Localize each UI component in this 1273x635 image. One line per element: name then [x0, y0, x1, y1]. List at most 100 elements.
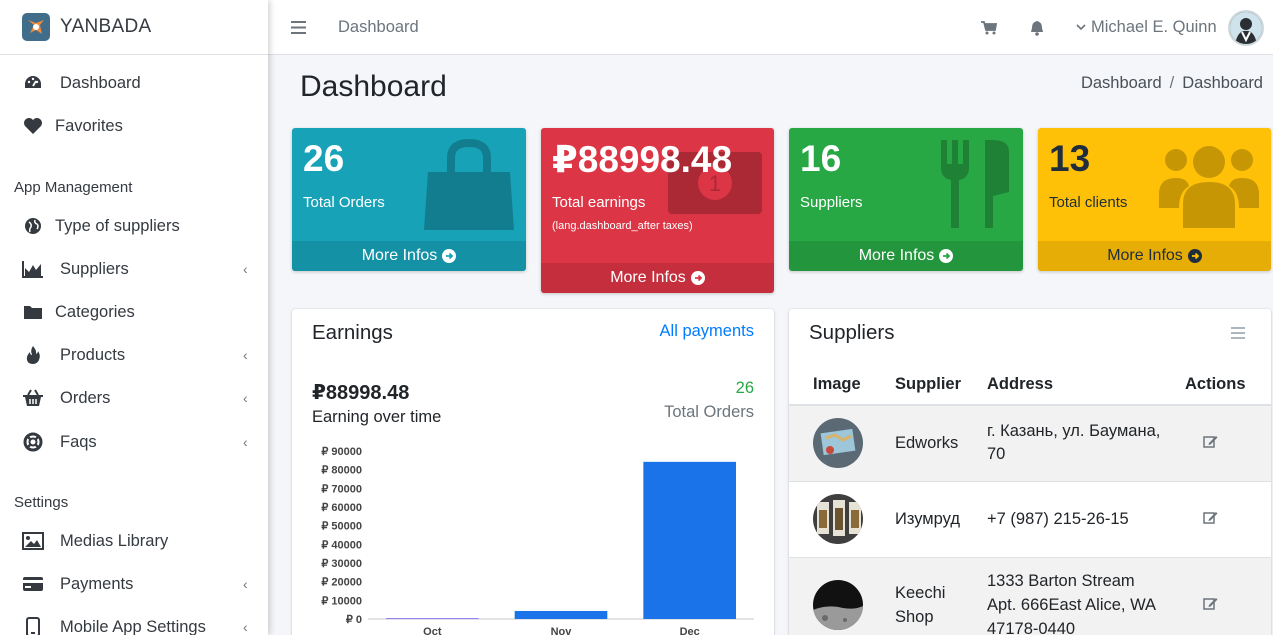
- basket-icon: [22, 387, 44, 409]
- shopping-bag-icon: [424, 138, 514, 230]
- sidebar-item-products[interactable]: Products ‹: [0, 335, 268, 375]
- sidebar-item-label: Payments: [60, 574, 134, 593]
- topbar: Dashboard Michael E. Quinn: [268, 0, 1273, 55]
- supplier-name: Edworks: [895, 404, 987, 481]
- fire-icon: [22, 344, 44, 366]
- sidebar-item-type-of-suppliers[interactable]: Type of suppliers: [0, 206, 268, 246]
- cart-icon: [981, 20, 997, 34]
- breadcrumb-link[interactable]: Dashboard: [1081, 74, 1162, 92]
- suppliers-card: Suppliers Image Supplier Address Actions…: [789, 309, 1271, 635]
- cart-button[interactable]: [981, 0, 997, 55]
- sidebar-item-suppliers[interactable]: Suppliers ‹: [0, 249, 268, 289]
- supplier-image-cell: [789, 556, 895, 635]
- stat-sublabel: (lang.dashboard_after taxes): [552, 220, 693, 232]
- sidebar-item-orders[interactable]: Orders ‹: [0, 378, 268, 418]
- sidebar-item-dashboard[interactable]: Dashboard: [0, 63, 268, 103]
- y-tick-label: ₽ 40000: [321, 539, 362, 551]
- sidebar-item-label: Medias Library: [60, 531, 169, 550]
- y-tick-label: ₽ 10000: [321, 595, 362, 607]
- brand-name: YANBADA: [60, 16, 152, 37]
- sidebar-item-label: Type of suppliers: [55, 216, 180, 235]
- y-tick-label: ₽ 20000: [321, 577, 362, 589]
- column-header: Address: [987, 365, 1173, 406]
- actions-cell: [1173, 556, 1271, 635]
- supplier-name: Изумруд: [895, 480, 987, 557]
- table-row: Keechi Shop 1333 Barton Stream Apt. 666E…: [789, 556, 1271, 635]
- notifications-button[interactable]: [1030, 0, 1044, 55]
- users-icon: [1159, 146, 1259, 228]
- topbar-breadcrumb-link[interactable]: Dashboard: [338, 0, 419, 55]
- x-tick-label: Oct: [423, 626, 442, 635]
- actions-cell: [1173, 404, 1271, 481]
- hamburger-icon: [291, 21, 306, 34]
- bar: [386, 618, 479, 620]
- card-menu-button[interactable]: [1231, 326, 1245, 344]
- edit-icon: [1203, 597, 1218, 610]
- all-payments-link[interactable]: All payments: [660, 322, 754, 341]
- edit-button[interactable]: [1203, 510, 1218, 528]
- edit-icon: [1203, 435, 1218, 448]
- breadcrumb-current: Dashboard: [1182, 74, 1263, 92]
- stat-box-total-orders: 26 Total Orders More Infos: [292, 128, 526, 271]
- stat-value: 26: [303, 138, 345, 179]
- brand[interactable]: YANBADA: [0, 0, 268, 55]
- sidebar-item-mobile-app-settings[interactable]: Mobile App Settings ‹: [0, 607, 268, 635]
- sidebar-item-categories[interactable]: Categories: [0, 292, 268, 332]
- supplier-image-cell: [789, 404, 895, 481]
- supplier-thumbnail: [813, 494, 863, 544]
- sidebar-item-medias-library[interactable]: Medias Library: [0, 521, 268, 561]
- tachometer-icon: [22, 72, 44, 94]
- chevron-down-icon: [1076, 24, 1086, 31]
- sidebar-item-label: Categories: [55, 302, 135, 321]
- stat-label: Total Orders: [303, 194, 385, 211]
- sidebar-item-label: Dashboard: [60, 73, 141, 92]
- actions-cell: [1173, 480, 1271, 557]
- sidebar-item-label: Products: [60, 345, 126, 364]
- sidebar-item-faqs[interactable]: Faqs ‹: [0, 422, 268, 462]
- breadcrumb-separator: /: [1169, 74, 1175, 92]
- more-infos-link[interactable]: More Infos: [789, 241, 1023, 271]
- edit-button[interactable]: [1203, 596, 1218, 614]
- table-row: Изумруд +7 (987) 215-26-15: [789, 480, 1271, 557]
- sidebar-item-label: Favorites: [55, 116, 123, 135]
- arrow-circle-right-icon: [939, 249, 954, 263]
- more-infos-link[interactable]: More Infos: [541, 263, 774, 293]
- stat-box-total-clients: 13 Total clients More Infos: [1038, 128, 1271, 271]
- supplier-address: +7 (987) 215-26-15: [987, 480, 1173, 557]
- y-tick-label: ₽ 50000: [321, 521, 362, 533]
- more-infos-link[interactable]: More Infos: [292, 241, 526, 271]
- menu-toggle-button[interactable]: [291, 0, 306, 55]
- user-menu-toggle[interactable]: Michael E. Quinn: [1076, 0, 1217, 55]
- edit-icon: [1203, 511, 1218, 524]
- user-name: Michael E. Quinn: [1091, 18, 1217, 36]
- sidebar: YANBADA Dashboard Favorites App Manageme…: [0, 0, 268, 635]
- chevron-left-icon: ‹: [243, 576, 248, 592]
- more-infos-link[interactable]: More Infos: [1038, 241, 1271, 271]
- earnings-amount: ₽88998.48: [312, 382, 410, 404]
- sidebar-item-label: Mobile App Settings: [60, 617, 206, 635]
- y-tick-label: ₽ 30000: [321, 558, 362, 570]
- arrow-circle-right-icon: [1187, 249, 1202, 263]
- y-tick-label: ₽ 80000: [321, 465, 362, 477]
- stat-label: Total clients: [1049, 194, 1128, 211]
- x-tick-label: Dec: [680, 626, 700, 635]
- stat-label: Total earnings: [552, 194, 646, 211]
- supplier-thumbnail: [813, 580, 863, 631]
- arrow-circle-right-icon: [442, 249, 457, 263]
- chevron-left-icon: ‹: [243, 347, 248, 363]
- chart-area-icon: [22, 258, 44, 280]
- supplier-address: 1333 Barton Stream Apt. 666East Alice, W…: [987, 556, 1173, 635]
- utensils-icon: [941, 140, 1009, 228]
- stat-value: 16: [800, 138, 842, 179]
- more-infos-label: More Infos: [1107, 247, 1183, 264]
- user-avatar[interactable]: [1228, 0, 1264, 55]
- chevron-left-icon: ‹: [243, 619, 248, 635]
- edit-button[interactable]: [1203, 434, 1218, 452]
- table-row: Edworks г. Казань, ул. Баумана, 70: [789, 404, 1271, 481]
- y-tick-label: ₽ 90000: [321, 446, 362, 458]
- sidebar-item-favorites[interactable]: Favorites: [0, 106, 268, 146]
- credit-card-icon: [22, 573, 44, 595]
- sidebar-item-payments[interactable]: Payments ‹: [0, 564, 268, 604]
- sidebar-item-label: Orders: [60, 388, 111, 407]
- column-header: Supplier: [895, 365, 987, 406]
